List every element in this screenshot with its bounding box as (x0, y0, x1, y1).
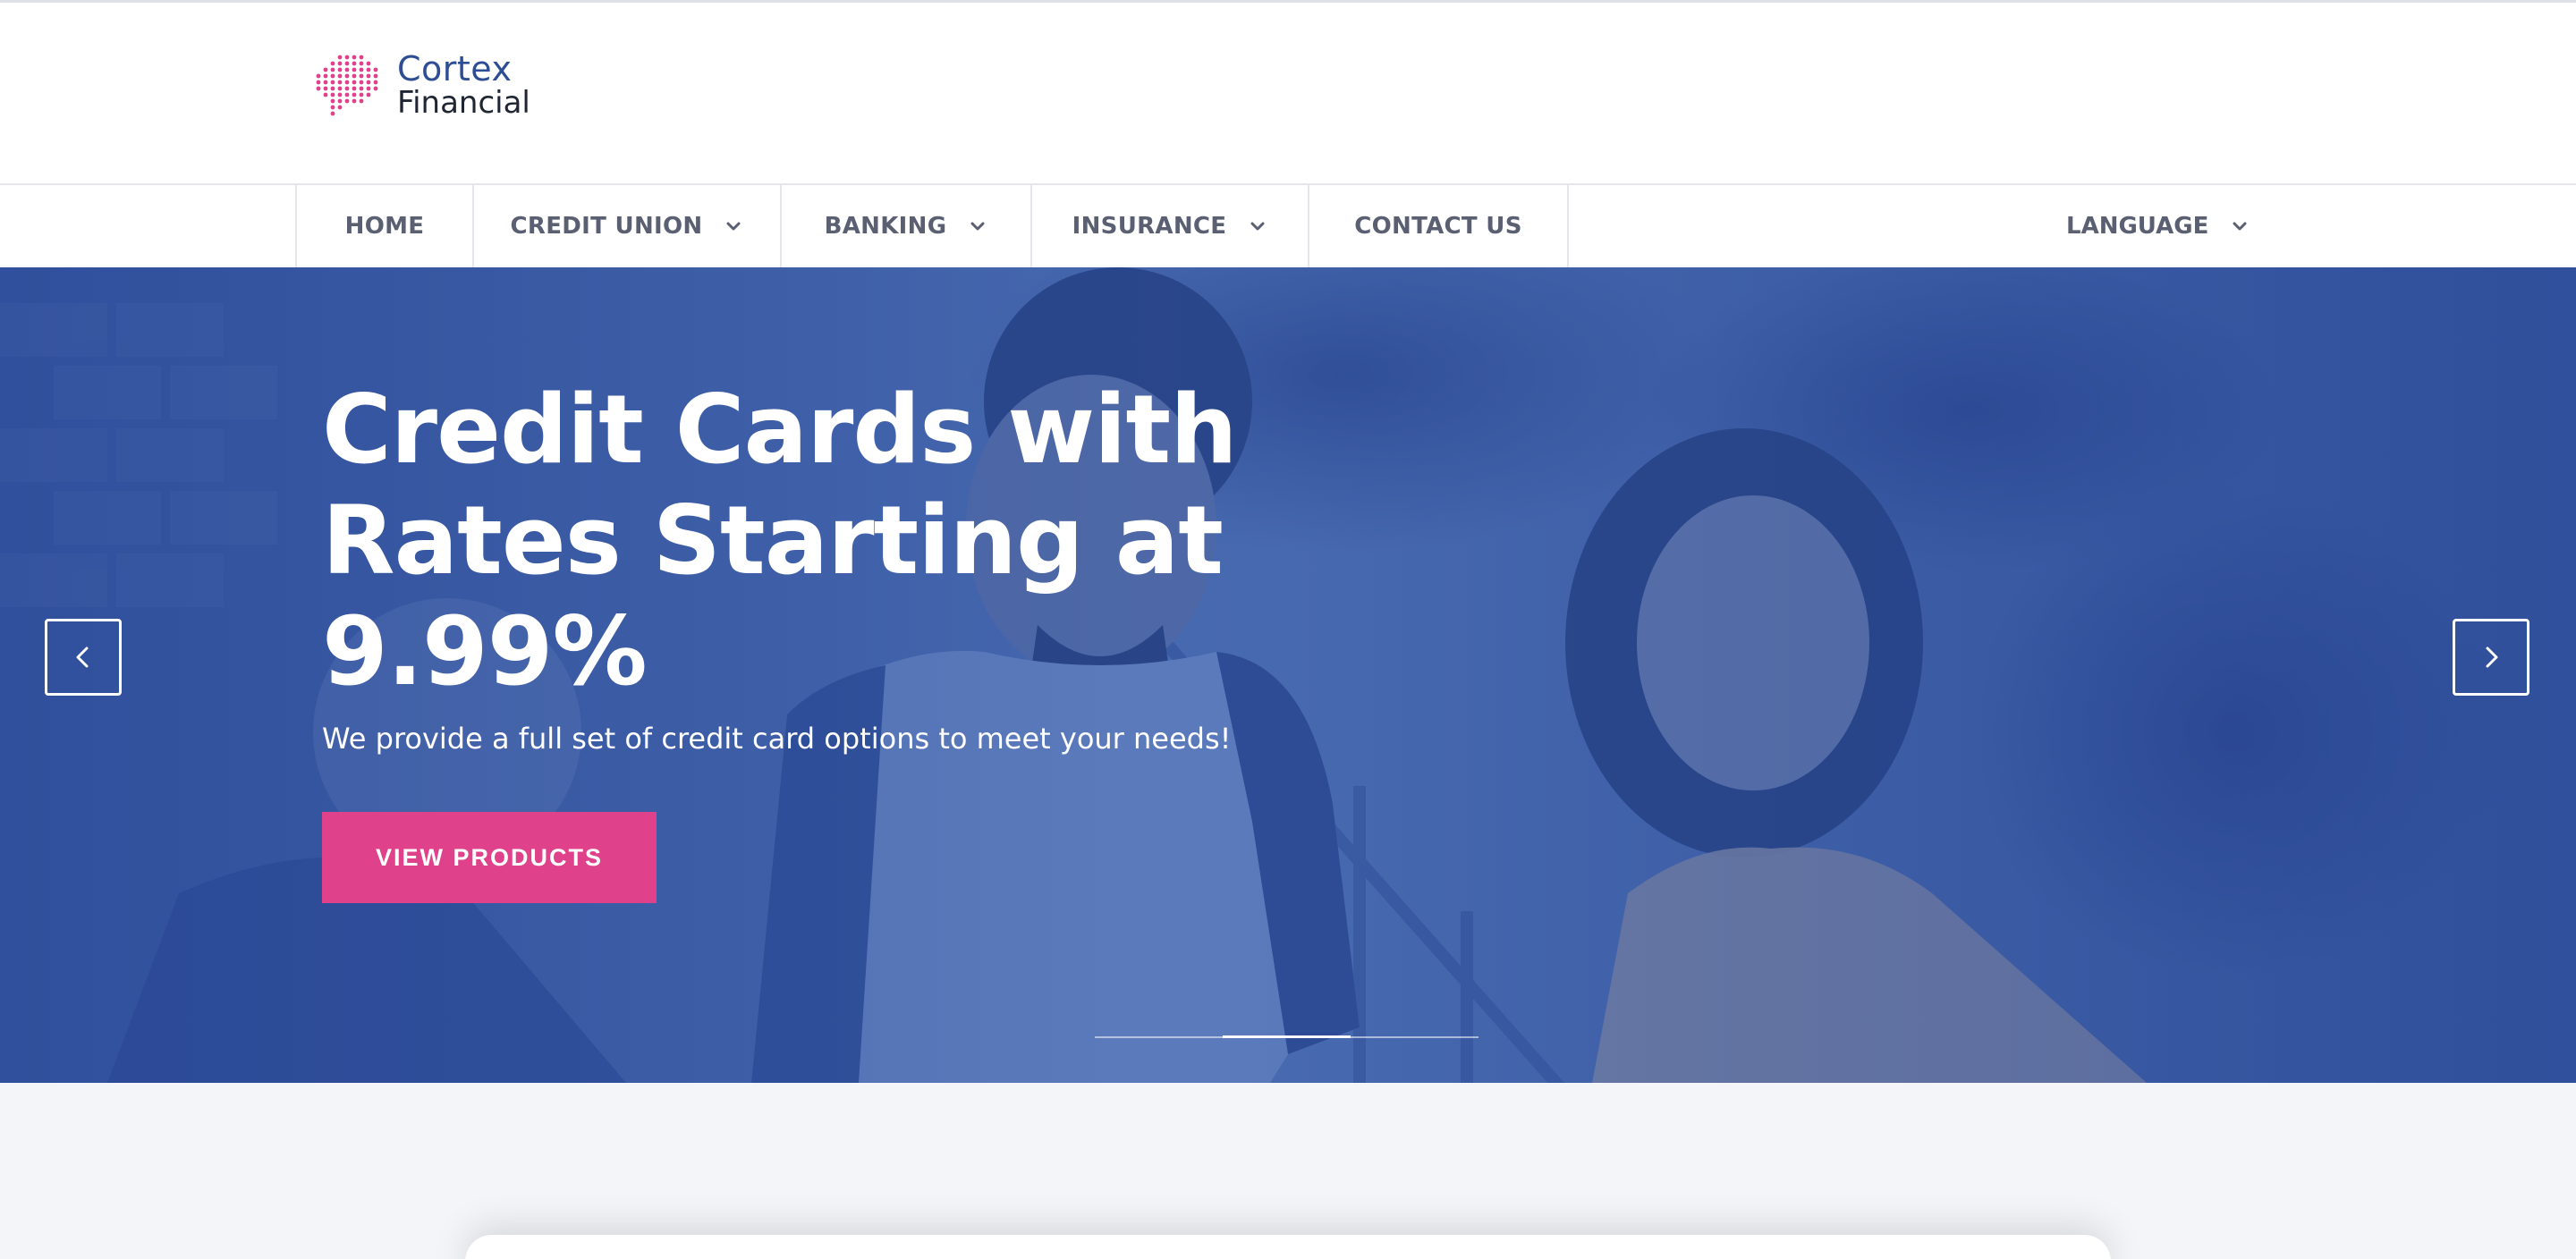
chevron-down-icon (2233, 222, 2247, 231)
chevron-left-icon (76, 646, 89, 668)
content-section (0, 1083, 2576, 1259)
nav-item-label: HOME (344, 213, 425, 240)
brand-name-line1: Cortex (397, 49, 513, 89)
nav-item-home[interactable]: HOME (295, 185, 472, 267)
nav-item-credit-union[interactable]: CREDIT UNION (472, 185, 780, 267)
nav-item-label: CREDIT UNION (510, 213, 703, 240)
content-card (465, 1235, 2111, 1259)
carousel-dot-3[interactable] (1351, 1036, 1479, 1038)
language-selector[interactable]: LANGUAGE (2066, 185, 2250, 267)
main-navigation: HOME CREDIT UNION BANKING INSURANCE CONT… (0, 185, 2576, 267)
language-label: LANGUAGE (2066, 213, 2209, 240)
carousel-dot-1[interactable] (1095, 1036, 1223, 1038)
nav-menu: HOME CREDIT UNION BANKING INSURANCE CONT… (295, 185, 1569, 267)
chevron-right-icon (2486, 646, 2498, 668)
nav-item-banking[interactable]: BANKING (780, 185, 1030, 267)
nav-item-label: CONTACT US (1354, 213, 1522, 240)
brand-name-line2: Financial (397, 85, 530, 121)
hero-title: Credit Cards with Rates Starting at 9.99… (322, 375, 1238, 706)
hero-subtitle: We provide a full set of credit card opt… (322, 722, 1232, 756)
site-header: Cortex Financial (0, 3, 2576, 185)
nav-item-contact-us[interactable]: CONTACT US (1308, 185, 1569, 267)
logo-dot-map-icon (316, 55, 378, 116)
nav-item-label: BANKING (824, 213, 947, 240)
carousel-prev-button[interactable] (45, 619, 122, 696)
chevron-down-icon (726, 222, 741, 231)
carousel-dot-2[interactable] (1223, 1035, 1351, 1038)
chevron-down-icon (1250, 222, 1265, 231)
view-products-button[interactable]: VIEW PRODUCTS (322, 812, 657, 903)
carousel-next-button[interactable] (2453, 619, 2529, 696)
carousel-pagination (1095, 1035, 1479, 1038)
hero-carousel: Credit Cards with Rates Starting at 9.99… (0, 267, 2576, 1083)
nav-item-label: INSURANCE (1072, 213, 1227, 240)
chevron-down-icon (970, 222, 985, 231)
nav-item-insurance[interactable]: INSURANCE (1030, 185, 1308, 267)
brand-name: Cortex Financial (397, 52, 530, 118)
brand-logo[interactable]: Cortex Financial (313, 49, 546, 121)
